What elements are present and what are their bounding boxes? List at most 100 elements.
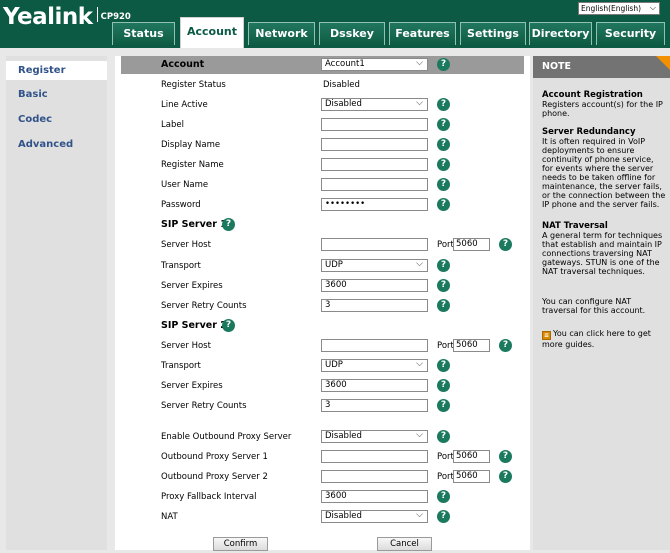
sip2-expires-label: Server Expires — [161, 381, 223, 391]
left-nav: Register Basic Codec Advanced — [6, 56, 107, 550]
sip2-expires-input[interactable]: 3600 — [321, 379, 428, 392]
help-icon[interactable]: ? — [437, 98, 450, 111]
help-icon[interactable]: ? — [437, 510, 450, 523]
sidebar-item-basic[interactable]: Basic — [6, 85, 107, 104]
tab-settings[interactable]: Settings — [460, 22, 526, 45]
tab-dsskey[interactable]: Dsskey — [319, 22, 385, 45]
chevron-down-icon: ⌵ — [649, 3, 656, 12]
note-block-title: Account Registration — [542, 90, 643, 100]
model-name: CP920 — [100, 12, 131, 22]
sip2-retry-input[interactable]: 3 — [321, 399, 428, 412]
confirm-button[interactable]: Confirm — [213, 537, 268, 551]
sip1-retry-input[interactable]: 3 — [321, 299, 428, 312]
outbound-proxy-label: Enable Outbound Proxy Server — [161, 432, 292, 442]
outbound-2-port-label: Port — [437, 472, 454, 482]
note-block: Account Registration Registers account(s… — [542, 90, 666, 119]
help-icon[interactable]: ? — [437, 198, 450, 211]
help-icon[interactable]: ? — [499, 238, 512, 251]
password-input[interactable]: •••••••• — [321, 198, 428, 211]
note-block: Server Redundancy It is often required i… — [542, 127, 666, 210]
line-active-select[interactable]: Disabled ⌵ — [321, 98, 428, 111]
sip1-host-label: Server Host — [161, 240, 211, 250]
note-title: NOTE — [533, 56, 670, 78]
sip1-transport-select[interactable]: UDP ⌵ — [321, 259, 428, 272]
sip2-port-input[interactable]: 5060 — [453, 339, 490, 352]
display-name-label: Display Name — [161, 140, 221, 150]
outbound-proxy-select[interactable]: Disabled ⌵ — [321, 430, 428, 443]
tab-features[interactable]: Features — [389, 22, 456, 45]
sip2-transport-value: UDP — [325, 360, 343, 370]
nat-select[interactable]: Disabled ⌵ — [321, 510, 428, 523]
outbound-2-label: Outbound Proxy Server 2 — [161, 472, 268, 482]
help-icon[interactable]: ? — [437, 259, 450, 272]
help-icon[interactable]: ? — [437, 299, 450, 312]
help-icon[interactable]: ? — [437, 490, 450, 503]
sidebar-item-advanced[interactable]: Advanced — [6, 135, 107, 154]
register-status-label: Register Status — [161, 80, 226, 90]
sidebar-item-codec[interactable]: Codec — [6, 110, 107, 129]
logo-divider — [96, 7, 98, 22]
help-icon[interactable]: ? — [437, 158, 450, 171]
help-icon[interactable]: ? — [437, 399, 450, 412]
chevron-down-icon: ⌵ — [416, 98, 423, 108]
guide-book-icon: ≡ — [542, 331, 551, 340]
fallback-interval-input[interactable]: 3600 — [321, 490, 428, 503]
sip2-host-input[interactable] — [321, 339, 428, 352]
tab-network[interactable]: Network — [248, 22, 315, 45]
help-icon[interactable]: ? — [499, 339, 512, 352]
sidebar-item-register[interactable]: Register — [6, 61, 107, 80]
note-block-text: You can configure NAT traversal for this… — [542, 297, 646, 315]
help-icon[interactable]: ? — [437, 379, 450, 392]
brand-name: Yealink — [3, 4, 93, 30]
help-icon[interactable]: ? — [437, 359, 450, 372]
outbound-2-input[interactable] — [321, 470, 428, 483]
display-name-input[interactable] — [321, 138, 428, 151]
sip1-host-input[interactable] — [321, 238, 428, 251]
help-icon[interactable]: ? — [437, 138, 450, 151]
guide-link[interactable]: ≡ You can click here to get more guides. — [542, 329, 666, 349]
outbound-proxy-value: Disabled — [325, 431, 362, 441]
chevron-down-icon: ⌵ — [416, 510, 423, 520]
sip2-transport-label: Transport — [161, 361, 201, 371]
tab-security[interactable]: Security — [596, 22, 665, 45]
help-icon[interactable]: ? — [499, 450, 512, 463]
tab-directory[interactable]: Directory — [529, 22, 592, 45]
register-name-label: Register Name — [161, 160, 224, 170]
help-icon[interactable]: ? — [222, 218, 235, 231]
line-active-value: Disabled — [325, 99, 362, 109]
help-icon[interactable]: ? — [222, 319, 235, 332]
line-active-label: Line Active — [161, 100, 208, 110]
help-icon[interactable]: ? — [437, 178, 450, 191]
help-icon[interactable]: ? — [437, 430, 450, 443]
sip2-host-label: Server Host — [161, 341, 211, 351]
help-icon[interactable]: ? — [437, 279, 450, 292]
outbound-1-input[interactable] — [321, 450, 428, 463]
sip-server-1-title: SIP Server 1 — [161, 219, 227, 230]
user-name-label: User Name — [161, 180, 209, 190]
sip1-transport-label: Transport — [161, 261, 201, 271]
tab-status[interactable]: Status — [112, 22, 175, 45]
label-input[interactable] — [321, 118, 428, 131]
register-name-input[interactable] — [321, 158, 428, 171]
outbound-1-port-input[interactable]: 5060 — [453, 450, 490, 463]
language-value: English(English) — [581, 4, 642, 13]
nat-value: Disabled — [325, 511, 362, 521]
note-block-title: Server Redundancy — [542, 127, 636, 137]
sip2-port-label: Port — [437, 341, 454, 351]
label-label: Label — [161, 120, 184, 130]
help-icon[interactable]: ? — [499, 470, 512, 483]
nat-label: NAT — [161, 512, 178, 522]
sip1-port-input[interactable]: 5060 — [453, 238, 490, 251]
help-icon[interactable]: ? — [437, 58, 450, 71]
outbound-2-port-input[interactable]: 5060 — [453, 470, 490, 483]
register-status-value: Disabled — [323, 80, 360, 90]
help-icon[interactable]: ? — [437, 118, 450, 131]
note-corner-accent — [656, 56, 670, 70]
sip2-transport-select[interactable]: UDP ⌵ — [321, 359, 428, 372]
cancel-button[interactable]: Cancel — [377, 537, 432, 551]
account-select[interactable]: Account1 ⌵ — [321, 58, 428, 71]
tab-account[interactable]: Account — [180, 17, 244, 48]
sip1-expires-input[interactable]: 3600 — [321, 279, 428, 292]
language-select[interactable]: English(English) ⌵ — [578, 2, 660, 15]
user-name-input[interactable] — [321, 178, 428, 191]
